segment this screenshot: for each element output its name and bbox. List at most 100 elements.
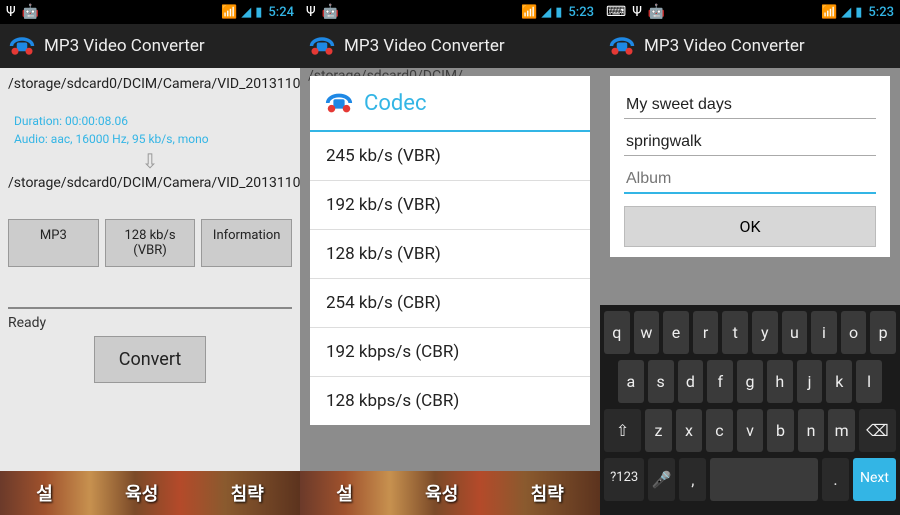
android-icon: 🤖: [22, 4, 39, 20]
app-icon: [324, 88, 354, 118]
codec-option[interactable]: 128 kb/s (VBR): [310, 230, 590, 279]
app-title: MP3 Video Converter: [44, 36, 205, 56]
source-path: /storage/sdcard0/DCIM/Camera/VID_2013110…: [8, 76, 300, 94]
key-next[interactable]: Next: [853, 458, 896, 501]
wifi-icon: 📶: [821, 5, 837, 20]
title-bar: MP3 Video Converter: [300, 24, 600, 68]
battery-icon: ▮: [255, 5, 262, 20]
soft-keyboard: q w e r t y u i o p a s d f g h j k l ⇧ …: [600, 305, 900, 515]
app-title: MP3 Video Converter: [644, 36, 805, 56]
dialog-title: Codec: [364, 91, 426, 116]
screen-metadata-dialog: ⌨ Ψ 🤖 📶 ◢ ▮ 5:23 MP3 Video Converter OK …: [600, 0, 900, 515]
key-j[interactable]: j: [797, 360, 823, 403]
signal-icon: ◢: [541, 5, 551, 20]
codec-option[interactable]: 192 kbps/s (CBR): [310, 328, 590, 377]
ad-text: 설: [36, 480, 53, 506]
key-z[interactable]: z: [645, 409, 672, 452]
key-d[interactable]: d: [678, 360, 704, 403]
codec-option[interactable]: 245 kb/s (VBR): [310, 132, 590, 181]
status-text: Ready: [8, 315, 292, 331]
key-l[interactable]: l: [856, 360, 882, 403]
main-content: /storage/sdcard0/DCIM/Camera/VID_2013110…: [0, 68, 300, 515]
key-p[interactable]: p: [870, 311, 896, 354]
artist-field[interactable]: [624, 127, 876, 156]
key-o[interactable]: o: [841, 311, 867, 354]
key-w[interactable]: w: [634, 311, 660, 354]
key-s[interactable]: s: [648, 360, 674, 403]
key-period[interactable]: .: [822, 458, 849, 501]
bitrate-button[interactable]: 128 kb/s (VBR): [105, 219, 196, 267]
key-n[interactable]: n: [798, 409, 825, 452]
key-u[interactable]: u: [782, 311, 808, 354]
ok-button[interactable]: OK: [624, 206, 876, 247]
ad-text: 침략: [531, 480, 564, 506]
key-t[interactable]: t: [722, 311, 748, 354]
ad-text: 침략: [231, 480, 264, 506]
android-icon: 🤖: [322, 4, 339, 20]
ad-text: 설: [336, 480, 353, 506]
progress-bar: [8, 307, 292, 309]
codec-option[interactable]: 192 kb/s (VBR): [310, 181, 590, 230]
dialog-header: Codec: [310, 76, 590, 132]
title-bar: MP3 Video Converter: [0, 24, 300, 68]
arrow-down-icon: ⇩: [8, 149, 292, 173]
key-q[interactable]: q: [604, 311, 630, 354]
status-bar: Ψ 🤖 📶 ◢ ▮ 5:24: [0, 0, 300, 24]
key-mic[interactable]: 🎤: [648, 458, 675, 501]
app-title: MP3 Video Converter: [344, 36, 505, 56]
codec-option[interactable]: 254 kb/s (CBR): [310, 279, 590, 328]
app-icon: [8, 32, 36, 60]
clock: 5:23: [568, 5, 594, 20]
key-f[interactable]: f: [707, 360, 733, 403]
usb-icon: Ψ: [632, 4, 642, 20]
codec-dialog: Codec 245 kb/s (VBR) 192 kb/s (VBR) 128 …: [310, 76, 590, 425]
convert-button[interactable]: Convert: [94, 336, 207, 383]
key-m[interactable]: m: [828, 409, 855, 452]
status-bar: ⌨ Ψ 🤖 📶 ◢ ▮ 5:23: [600, 0, 900, 24]
usb-icon: Ψ: [6, 4, 16, 20]
key-a[interactable]: a: [618, 360, 644, 403]
key-space[interactable]: [710, 458, 818, 501]
key-h[interactable]: h: [767, 360, 793, 403]
codec-option[interactable]: 128 kbps/s (CBR): [310, 377, 590, 425]
album-field[interactable]: [624, 164, 876, 194]
dest-path: /storage/sdcard0/DCIM/Camera/VID_2013110…: [8, 175, 300, 193]
key-symbols[interactable]: ?123: [604, 458, 644, 501]
app-icon: [608, 32, 636, 60]
key-y[interactable]: y: [752, 311, 778, 354]
ad-text: 육성: [425, 480, 458, 506]
metadata-dialog: OK: [610, 76, 890, 257]
key-b[interactable]: b: [767, 409, 794, 452]
screen-codec-dialog: Ψ 🤖 📶 ◢ ▮ 5:23 MP3 Video Converter /stor…: [300, 0, 600, 515]
key-v[interactable]: v: [737, 409, 764, 452]
battery-icon: ▮: [555, 5, 562, 20]
ad-banner[interactable]: 설 육성 침략: [0, 471, 300, 515]
key-backspace[interactable]: ⌫: [859, 409, 896, 452]
key-i[interactable]: i: [811, 311, 837, 354]
meta-duration: Duration: 00:00:08.06: [14, 114, 292, 130]
key-e[interactable]: e: [663, 311, 689, 354]
android-icon: 🤖: [648, 4, 665, 20]
key-x[interactable]: x: [676, 409, 703, 452]
key-g[interactable]: g: [737, 360, 763, 403]
usb-icon: Ψ: [306, 4, 316, 20]
meta-audio: Audio: aac, 16000 Hz, 95 kb/s, mono: [14, 132, 292, 148]
ad-banner[interactable]: 설 육성 침략: [300, 471, 600, 515]
codec-list: 245 kb/s (VBR) 192 kb/s (VBR) 128 kb/s (…: [310, 132, 590, 425]
key-r[interactable]: r: [693, 311, 719, 354]
key-comma[interactable]: ,: [679, 458, 706, 501]
key-shift[interactable]: ⇧: [604, 409, 641, 452]
signal-icon: ◢: [241, 5, 251, 20]
clock: 5:23: [868, 5, 894, 20]
key-c[interactable]: c: [706, 409, 733, 452]
signal-icon: ◢: [841, 5, 851, 20]
wifi-icon: 📶: [221, 5, 237, 20]
key-k[interactable]: k: [826, 360, 852, 403]
wifi-icon: 📶: [521, 5, 537, 20]
title-field[interactable]: [624, 90, 876, 119]
status-bar: Ψ 🤖 📶 ◢ ▮ 5:23: [300, 0, 600, 24]
screen-main: Ψ 🤖 📶 ◢ ▮ 5:24 MP3 Video Converter /stor…: [0, 0, 300, 515]
battery-icon: ▮: [855, 5, 862, 20]
format-button[interactable]: MP3: [8, 219, 99, 267]
information-button[interactable]: Information: [201, 219, 292, 267]
